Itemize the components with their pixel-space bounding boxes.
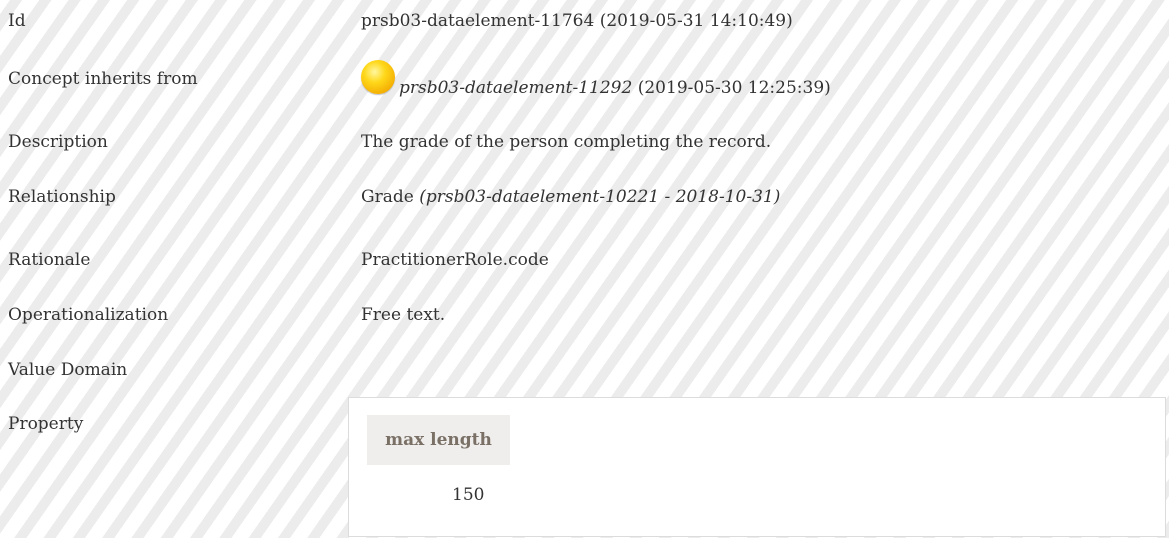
inherits-value: prsb03-dataelement-11292 (2019-05-30 12:… bbox=[399, 77, 831, 99]
inherits-ref-link[interactable]: prsb03-dataelement-11292 bbox=[399, 78, 632, 98]
operationalization-label: Operationalization bbox=[8, 305, 169, 325]
inherits-date: (2019-05-30 12:25:39) bbox=[637, 78, 831, 98]
max-length-header: max length bbox=[367, 415, 510, 465]
description-label: Description bbox=[8, 132, 108, 152]
rationale-value: PractitionerRole.code bbox=[361, 250, 549, 270]
id-label: Id bbox=[8, 11, 26, 31]
id-value: prsb03-dataelement-11764 (2019-05-31 14:… bbox=[361, 11, 793, 31]
value-domain-label: Value Domain bbox=[8, 360, 128, 380]
property-table: max length 150 bbox=[348, 397, 1166, 537]
relationship-name: Grade bbox=[361, 187, 414, 207]
max-length-value: 150 bbox=[452, 485, 485, 505]
operationalization-value: Free text. bbox=[361, 305, 446, 325]
property-label: Property bbox=[8, 414, 84, 434]
rationale-label: Rationale bbox=[8, 250, 91, 270]
description-value: The grade of the person completing the r… bbox=[361, 132, 772, 152]
inherits-label: Concept inherits from bbox=[8, 69, 198, 89]
relationship-label: Relationship bbox=[8, 187, 116, 207]
relationship-value: Grade (prsb03-dataelement-10221 - 2018-1… bbox=[361, 186, 780, 208]
status-circle-icon bbox=[361, 60, 395, 94]
relationship-ref-link[interactable]: (prsb03-dataelement-10221 - 2018-10-31) bbox=[419, 187, 780, 207]
